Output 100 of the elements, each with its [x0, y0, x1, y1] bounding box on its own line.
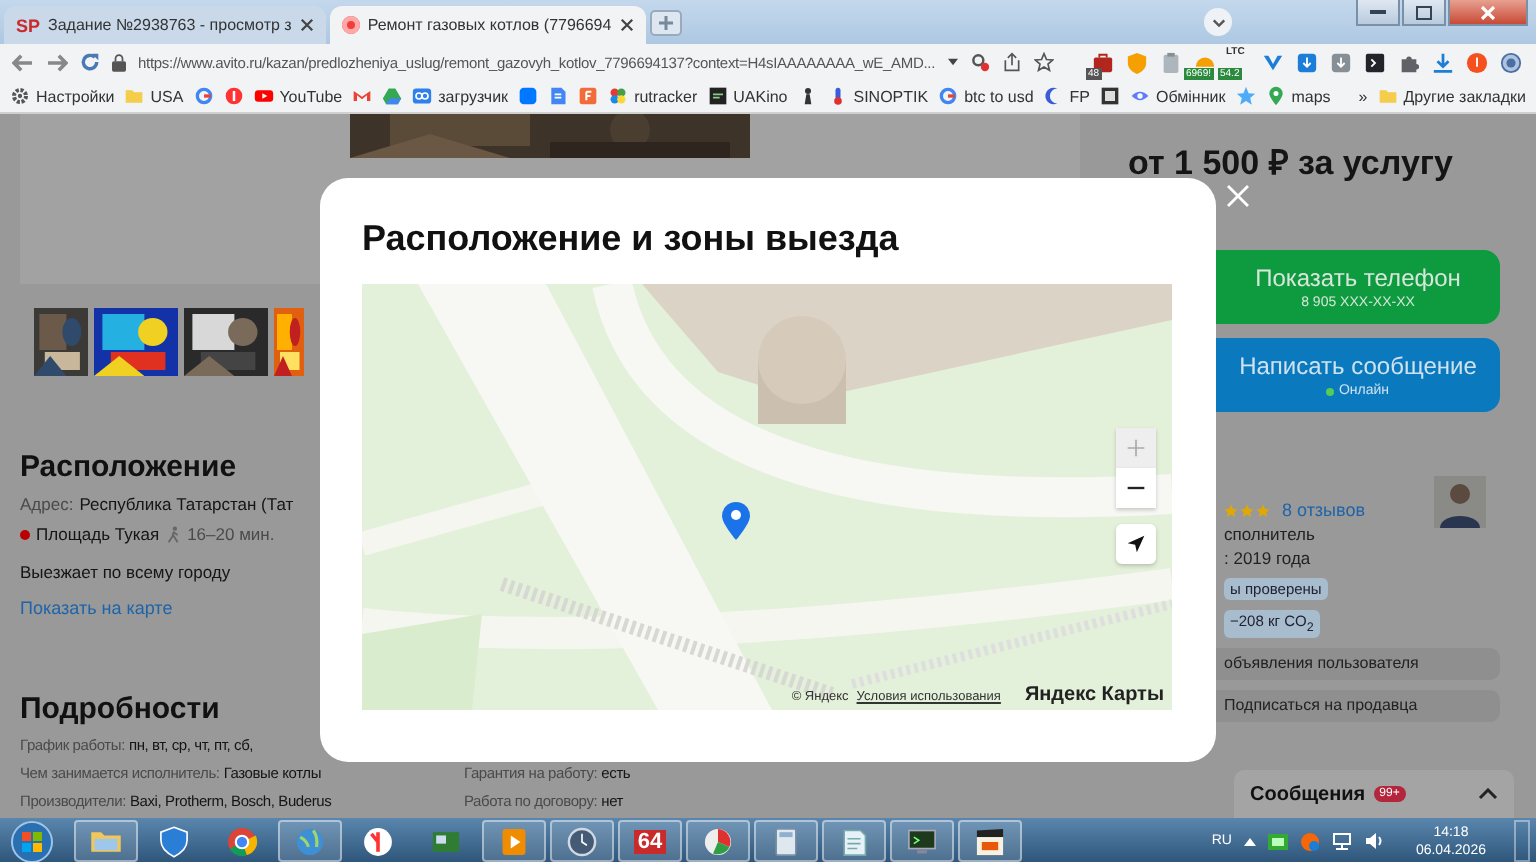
- taskbar-button[interactable]: [958, 820, 1022, 862]
- maximize-button[interactable]: [1402, 0, 1446, 26]
- loop-icon: [412, 86, 433, 106]
- bookmark-item[interactable]: SINOPTIK: [827, 86, 929, 106]
- bookmark-folder[interactable]: Другие закладки: [1377, 86, 1526, 106]
- square-icon: [1100, 86, 1121, 106]
- taskbar-button[interactable]: 64: [618, 820, 682, 862]
- globe-icon: [1500, 51, 1522, 73]
- network-icon[interactable]: [1331, 832, 1352, 850]
- share-icon[interactable]: [1001, 52, 1022, 72]
- seller-action-button[interactable]: Подписаться на продавца: [1216, 689, 1500, 721]
- taskbar-button[interactable]: [890, 820, 954, 862]
- film-icon: [707, 86, 728, 106]
- close-icon[interactable]: [299, 18, 314, 32]
- browser-tab[interactable]: Ремонт газовых котлов (7796694: [329, 6, 646, 44]
- bookmark-item[interactable]: Настройки: [10, 86, 115, 106]
- navigation-arrow-icon: [1126, 534, 1146, 554]
- back-icon[interactable]: [12, 53, 34, 71]
- start-button[interactable]: [6, 819, 58, 862]
- locate-button[interactable]: [1116, 524, 1156, 564]
- shield-icon: [1126, 51, 1148, 73]
- tab-search-button[interactable]: [1204, 8, 1232, 36]
- caret-icon[interactable]: [1243, 837, 1256, 845]
- price: от 1 500 ₽ за услугу: [1128, 142, 1453, 184]
- bookmark-item[interactable]: Обмінник: [1130, 86, 1226, 106]
- lock-icon[interactable]: [112, 53, 126, 71]
- chrome-icon: [224, 823, 260, 859]
- close-icon[interactable]: [619, 18, 634, 32]
- bookmark-item[interactable]: USA: [124, 86, 184, 106]
- map-pin-icon[interactable]: [720, 500, 752, 540]
- play-icon: [253, 86, 274, 106]
- ring-icon: [938, 86, 959, 106]
- minimize-icon: [1370, 9, 1386, 15]
- pin-icon: [1265, 86, 1286, 106]
- download-icon: [1432, 51, 1454, 73]
- star-icon: [1235, 86, 1256, 106]
- avatar-icon: [1434, 476, 1486, 528]
- bookmark-item[interactable]: UAKino: [707, 86, 788, 106]
- travel-note: Выезжает по всему городу: [20, 562, 231, 582]
- square-icon: [518, 86, 539, 106]
- walking-icon: [165, 525, 182, 543]
- briefcase-icon: [1092, 51, 1114, 73]
- document-icon: [548, 86, 569, 106]
- show-desktop-button[interactable]: [1514, 820, 1530, 862]
- network-card-icon[interactable]: [1267, 833, 1288, 849]
- folder-icon: [124, 86, 145, 106]
- chevron-down-icon: [1211, 17, 1225, 27]
- browser-tab[interactable]: SP Задание №2938763 - просмотр з: [4, 6, 326, 44]
- metro-dot-icon: [20, 529, 30, 539]
- seller-role: сполнитель: [1224, 524, 1317, 544]
- new-tab-icon[interactable]: [649, 9, 682, 35]
- clapperboard-icon: [972, 823, 1008, 859]
- download-icon: [1296, 51, 1318, 73]
- puzzle-icon: [1398, 51, 1420, 73]
- dialog-title: Расположение и зоны выезда: [362, 218, 901, 260]
- dropdown-icon[interactable]: [947, 58, 958, 66]
- map-logo[interactable]: Яндекс Карты: [1024, 684, 1164, 706]
- close-icon: [1480, 5, 1496, 19]
- circle-icon: [360, 823, 396, 859]
- section-heading: Расположение: [20, 450, 237, 484]
- bookmark-item[interactable]: maps: [1265, 86, 1331, 106]
- bookmark-item[interactable]: FP: [1043, 86, 1091, 106]
- bookmark-star-icon[interactable]: [1033, 52, 1054, 72]
- eye-icon: [1130, 86, 1151, 106]
- speaker-icon[interactable]: [1363, 832, 1384, 850]
- address-label: Адрес:: [20, 494, 74, 514]
- circle-icon: [223, 86, 244, 106]
- terminal-icon: [1364, 51, 1386, 73]
- bookmark-item[interactable]: YouTube: [253, 86, 343, 106]
- seller-since: : 2019 года: [1224, 548, 1313, 568]
- globe-icon: [292, 823, 328, 859]
- caret-icon[interactable]: [1478, 788, 1498, 800]
- plus-icon: [1126, 438, 1146, 458]
- clock-icon: [564, 823, 600, 859]
- bookmark-item[interactable]: rutracker: [608, 86, 698, 106]
- walk-time: 16–20 мин.: [187, 524, 275, 544]
- section-heading: Подробности: [20, 692, 220, 726]
- bookmark-item[interactable]: btc to usd: [938, 86, 1034, 106]
- maximize-icon: [1416, 5, 1432, 19]
- pinwheel-icon: [608, 86, 629, 106]
- reload-icon[interactable]: [80, 52, 100, 72]
- shield-icon: [156, 823, 192, 859]
- ring-icon: [193, 86, 214, 106]
- square-icon: [578, 86, 599, 106]
- chevron-icon: [1262, 51, 1284, 73]
- more-bookmarks-button[interactable]: »: [1358, 87, 1368, 105]
- seller-action-button[interactable]: объявления пользователя: [1216, 647, 1500, 679]
- bookmark-item[interactable]: загрузчик: [412, 86, 509, 106]
- download-icon: [1330, 51, 1352, 73]
- folder-icon: [1377, 86, 1398, 106]
- gear-icon: [10, 86, 30, 106]
- record-icon: [341, 16, 360, 34]
- envelope-icon: [352, 86, 373, 106]
- forward-icon[interactable]: [46, 53, 68, 71]
- address-text: Республика Татарстан (Тат: [79, 494, 294, 514]
- close-button[interactable]: [1448, 0, 1528, 26]
- pie-chart-icon: [700, 823, 736, 859]
- triangle-icon: [382, 86, 403, 106]
- metro-station: Площадь Тукая: [36, 524, 160, 544]
- minimize-button[interactable]: [1356, 0, 1400, 26]
